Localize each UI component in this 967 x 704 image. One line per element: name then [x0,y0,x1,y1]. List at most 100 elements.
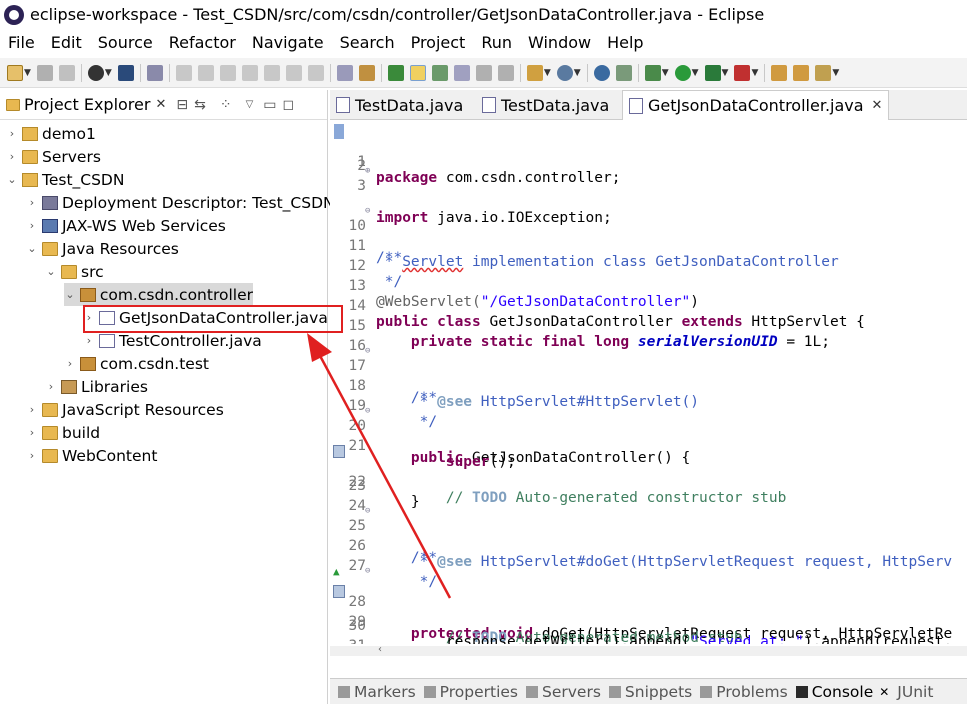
search-icon[interactable] [615,64,632,81]
open-type-icon[interactable] [453,64,470,81]
tree-item-webcontent[interactable]: › WebContent [26,444,158,467]
close-icon[interactable]: ✕ [879,685,889,699]
scroll-left-icon[interactable]: ‹ [378,644,382,655]
open-project-icon[interactable] [793,64,810,81]
fold-minus-icon[interactable]: ⊖ [365,206,370,216]
resume-icon[interactable] [175,64,192,81]
tab-junit[interactable]: JUnit [897,683,933,701]
view-menu-icon[interactable]: ▽ [246,99,254,110]
show-whitespace-icon[interactable] [497,64,514,81]
menu-window[interactable]: Window [528,33,591,52]
terminate-icon[interactable] [219,64,236,81]
tab-snippets[interactable]: Snippets [608,683,692,701]
run-icon[interactable] [674,64,691,81]
pin-icon[interactable] [387,64,404,81]
chevron-right-icon[interactable]: › [6,127,18,140]
fold-minus-icon[interactable]: ⊖ [365,566,370,576]
dropdown-arrow-icon[interactable]: ▼ [105,68,112,78]
collapse-all-icon[interactable]: ⊟ [176,97,188,113]
filter-icon[interactable]: ⁘ [220,97,232,113]
tree-item-javascript-resources[interactable]: › JavaScript Resources [26,398,224,421]
tab-markers[interactable]: Markers [338,683,416,701]
new-package-icon[interactable] [526,64,543,81]
chevron-down-icon[interactable]: ⌄ [6,173,18,186]
external-tools-icon[interactable] [734,64,751,81]
tab-properties[interactable]: Properties [423,683,518,701]
new-wizard-icon[interactable] [7,64,23,81]
chevron-right-icon[interactable]: › [64,357,76,370]
chevron-right-icon[interactable]: › [26,219,38,232]
step-into-icon[interactable] [263,64,280,81]
editor-tab-getjsondatacontroller[interactable]: GetJsonDataController.java ✕ [622,90,890,120]
menu-source[interactable]: Source [98,33,153,52]
chevron-down-icon[interactable]: ⌄ [45,265,57,278]
menu-edit[interactable]: Edit [51,33,82,52]
tab-console[interactable]: Console ✕ [795,683,889,701]
refactor-icon[interactable] [358,64,375,81]
fold-minus-icon[interactable]: ⊖ [365,346,370,356]
new-class-icon[interactable] [556,64,573,81]
menu-search[interactable]: Search [340,33,395,52]
user-icon[interactable] [87,64,104,81]
tab-problems[interactable]: Problems [700,683,788,701]
editor-tab-testdata-1[interactable]: TestData.java [336,90,463,120]
step-over-icon[interactable] [285,64,302,81]
dropdown-arrow-icon[interactable]: ▼ [832,68,839,78]
fold-minus-icon[interactable]: ⊖ [365,406,370,416]
tree-item-java-resources[interactable]: ⌄ Java Resources [26,237,178,260]
code-editor[interactable]: 1 package com.csdn.controller; 2 3 ⊕ imp… [330,122,967,644]
tree-item-libraries[interactable]: › Libraries [45,375,148,398]
highlight-icon[interactable] [409,64,426,81]
terminal-icon[interactable] [117,64,134,81]
open-folder-icon[interactable] [771,64,788,81]
fold-minus-icon[interactable]: ⊖ [365,506,370,516]
tree-item-deployment-descriptor[interactable]: › Deployment Descriptor: Test_CSDN [26,191,335,214]
dropdown-arrow-icon[interactable]: ▼ [692,68,699,78]
minimize-icon[interactable]: ▭ [263,97,276,113]
task-marker-icon[interactable] [333,585,345,598]
close-icon[interactable]: ✕ [155,97,166,112]
menu-help[interactable]: Help [607,33,643,52]
tab-servers[interactable]: Servers [526,683,601,701]
mark-occurrences-icon[interactable] [431,64,448,81]
tree-item-package-controller[interactable]: ⌄ com.csdn.controller [64,283,253,306]
menu-run[interactable]: Run [481,33,512,52]
skip-breakpoints-icon[interactable] [146,64,163,81]
menu-file[interactable]: File [8,33,35,52]
tree-item-package-test[interactable]: › com.csdn.test [64,352,209,375]
tree-item-demo1[interactable]: › demo1 [6,122,96,145]
horizontal-scrollbar[interactable]: ‹ [330,644,967,656]
menu-refactor[interactable]: Refactor [169,33,236,52]
save-icon[interactable] [36,64,53,81]
dropdown-arrow-icon[interactable]: ▼ [544,68,551,78]
dropdown-arrow-icon[interactable]: ▼ [662,68,669,78]
save-all-icon[interactable] [58,64,75,81]
chevron-right-icon[interactable]: › [26,449,38,462]
chevron-down-icon[interactable]: ⌄ [26,242,38,255]
coverage-icon[interactable] [704,64,721,81]
wand-icon[interactable] [815,64,832,81]
dropdown-arrow-icon[interactable]: ▼ [24,68,31,78]
tree-item-test-csdn[interactable]: ⌄ Test_CSDN [6,168,124,191]
chevron-right-icon[interactable]: › [26,196,38,209]
chevron-right-icon[interactable]: › [45,380,57,393]
tree-item-servers[interactable]: › Servers [6,145,101,168]
tree-item-src[interactable]: ⌄ src [45,260,103,283]
step-return-icon[interactable] [307,64,324,81]
chevron-right-icon[interactable]: › [83,334,95,347]
project-explorer-tab[interactable]: Project Explorer ✕ ⊟ ⇆ ⁘ ▽ ▭ ◻ [0,90,327,120]
open-resource-icon[interactable] [475,64,492,81]
menu-navigate[interactable]: Navigate [252,33,324,52]
close-icon[interactable]: ✕ [872,98,883,113]
tree-item-build[interactable]: › build [26,421,100,444]
tree-item-jax-ws[interactable]: › JAX-WS Web Services [26,214,226,237]
chevron-down-icon[interactable]: ⌄ [64,288,76,301]
fold-plus-icon[interactable]: ⊕ [365,166,370,176]
dropdown-arrow-icon[interactable]: ▼ [722,68,729,78]
maximize-icon[interactable]: ◻ [283,97,295,113]
disconnect-icon[interactable] [241,64,258,81]
editor-tab-testdata-2[interactable]: TestData.java [482,90,609,120]
chevron-right-icon[interactable]: › [26,426,38,439]
override-triangle-icon[interactable]: ▲ [333,565,340,578]
link-with-editor-icon[interactable]: ⇆ [194,97,206,113]
